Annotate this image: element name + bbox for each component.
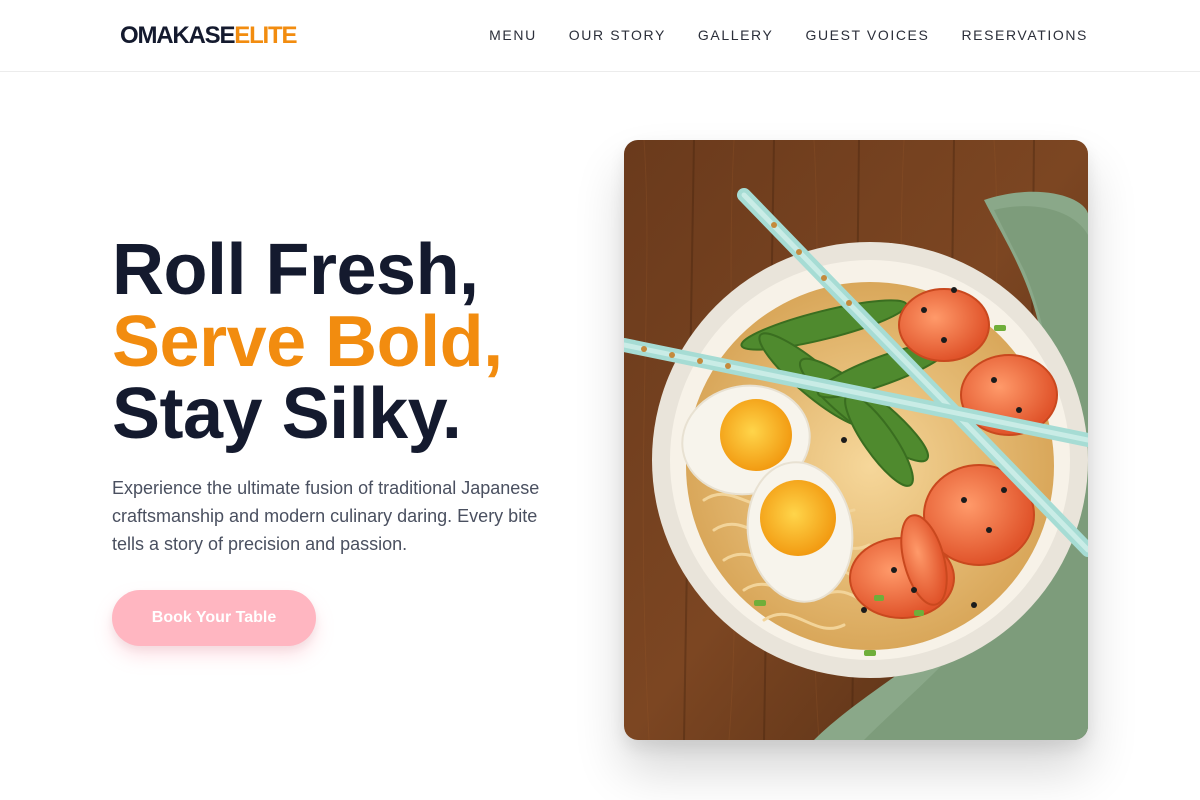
- nav-item-guest-voices[interactable]: GUEST VOICES: [805, 25, 929, 45]
- hero-title-line-2: Serve Bold,: [112, 302, 503, 382]
- nav-item-menu[interactable]: MENU: [489, 25, 537, 45]
- site-header: OMAKASEELITE MENU OUR STORY GALLERY GUES…: [0, 0, 1200, 72]
- hero-ramen-image: [624, 140, 1088, 740]
- nav-item-our-story[interactable]: OUR STORY: [569, 25, 666, 45]
- brand-name-accent: ELITE: [234, 22, 297, 49]
- hero-title-line-3: Stay Silky.: [112, 374, 462, 454]
- nav-item-gallery[interactable]: GALLERY: [698, 25, 774, 45]
- hero-description: Experience the ultimate fusion of tradit…: [112, 478, 540, 554]
- main-nav: MENU OUR STORY GALLERY GUEST VOICES RESE…: [489, 25, 1088, 45]
- nav-item-reservations[interactable]: RESERVATIONS: [961, 25, 1088, 45]
- hero-title: Roll Fresh, Serve Bold, Stay Silky.: [112, 234, 503, 450]
- brand-logo[interactable]: OMAKASEELITE: [120, 20, 297, 52]
- book-table-button[interactable]: Book Your Table: [112, 590, 316, 646]
- brand-name-primary: OMAKASE: [120, 22, 235, 49]
- hero-title-line-1: Roll Fresh,: [112, 230, 479, 310]
